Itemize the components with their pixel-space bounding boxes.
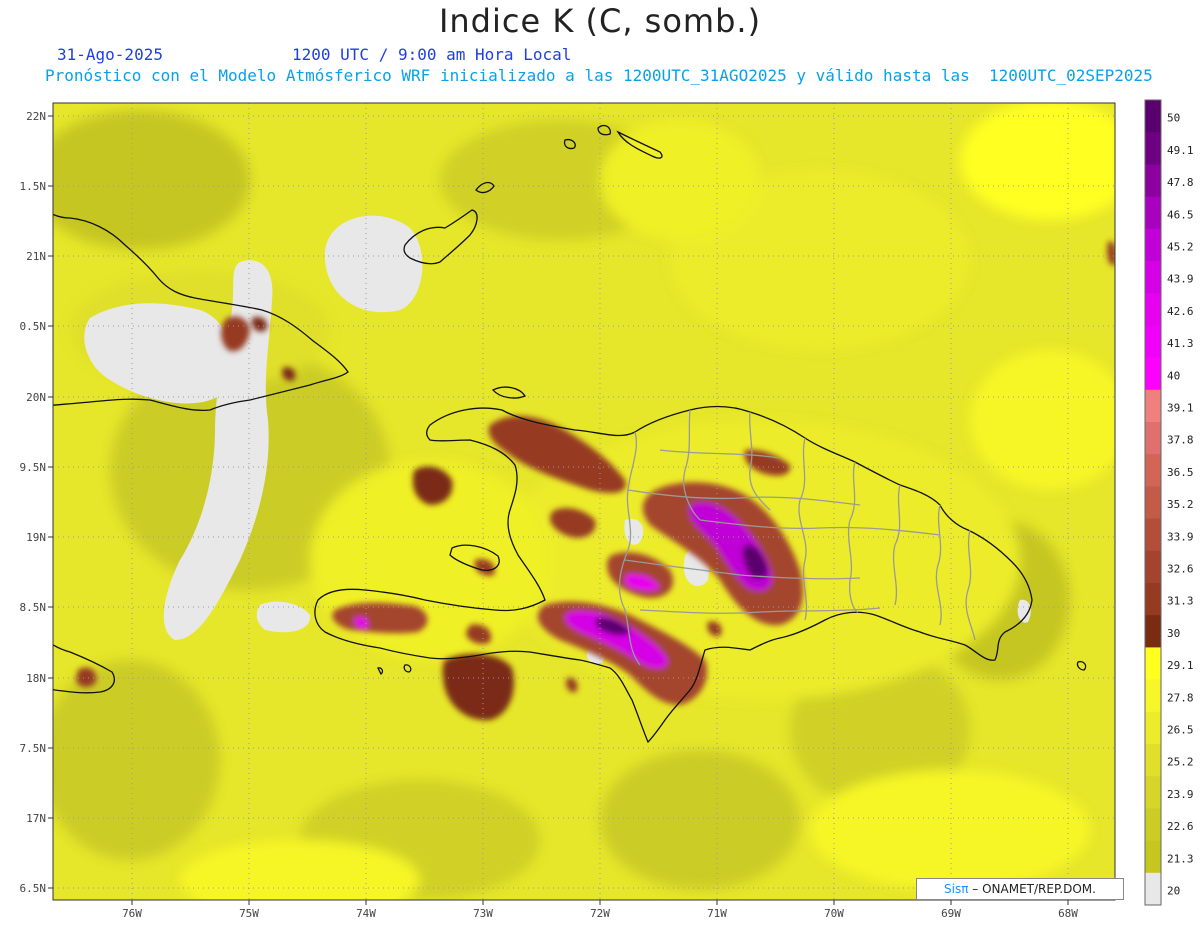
colorbar-swatch [1145,550,1161,584]
colorbar-label: 20 [1167,885,1180,898]
colorbar-swatch [1145,422,1161,455]
lon-label: 68W [1058,907,1078,920]
colorbar-label: 39.1 [1167,402,1194,415]
colorbar-swatch [1145,679,1161,713]
lat-label: 22N [26,110,46,123]
colorbar-label: 23.9 [1167,788,1194,801]
colorbar-label: 42.6 [1167,305,1194,318]
lon-axis: 76W 75W 74W 73W 72W 71W 70W 69W 68W [122,900,1078,920]
colorbar-swatch [1145,454,1161,487]
colorbar-swatch [1145,389,1161,423]
colorbar-label: 31.3 [1167,595,1194,608]
colorbar-label: 27.8 [1167,691,1194,704]
colorbar-label: 21.3 [1167,852,1194,865]
colorbar-label: 35.2 [1167,498,1194,511]
colorbar-swatch [1145,293,1161,326]
lat-label: 20N [26,391,46,404]
colorbar-labels: 50 49.1 47.8 46.5 45.2 43.9 42.6 41.3 40 39.1 37.8… [1167,112,1194,898]
colorbar-swatch [1145,261,1161,294]
colorbar-label: 47.8 [1167,176,1194,189]
sis-logo-text: Sisπ [944,882,969,896]
colorbar-label: 33.9 [1167,530,1194,543]
colorbar-label: 30 [1167,627,1180,640]
lat-axis: 22N 1.5N 21N 0.5N 20N 9.5N 19N 8.5N 18N … [20,110,53,895]
lon-label: 76W [122,907,142,920]
lon-label: 71W [707,907,727,920]
colorbar-label: 36.5 [1167,466,1194,479]
credit-text: – ONAMET/REP.DOM. [972,882,1096,896]
lat-label: 9.5N [20,461,47,474]
colorbar-swatch [1145,100,1161,133]
lat-label: 17N [26,812,46,825]
colorbar-label: 45.2 [1167,241,1194,254]
colorbar-label: 41.3 [1167,337,1194,350]
colorbar-label: 32.6 [1167,563,1194,576]
lat-label: 0.5N [20,320,47,333]
colorbar-swatch [1145,228,1161,262]
colorbar-swatch [1145,486,1161,520]
colorbar-swatch [1145,357,1161,391]
colorbar-label: 43.9 [1167,273,1194,286]
colorbar-swatch [1145,196,1161,230]
colorbar-label: 29.1 [1167,659,1194,672]
colorbar-label: 46.5 [1167,208,1194,221]
colorbar-label: 50 [1167,112,1180,125]
lat-label: 8.5N [20,601,47,614]
colorbar-label: 26.5 [1167,724,1194,737]
lat-label: 19N [26,531,46,544]
colorbar-swatch [1145,583,1161,616]
lon-label: 69W [941,907,961,920]
lat-label: 21N [26,250,46,263]
colorbar-swatch [1145,744,1161,777]
colorbar-swatches [1145,100,1161,906]
colorbar-label: 49.1 [1167,144,1194,157]
colorbar-swatch [1145,325,1161,359]
colorbar-label: 22.6 [1167,820,1194,833]
lon-label: 74W [356,907,376,920]
colorbar-swatch [1145,615,1161,648]
lat-label: 1.5N [20,180,47,193]
colorbar-swatch [1145,164,1161,198]
lon-label: 75W [239,907,259,920]
colorbar-swatch [1145,776,1161,809]
k-index-map: 22N 1.5N 21N 0.5N 20N 9.5N 19N 8.5N 18N … [20,99,1194,920]
colorbar-swatch [1145,808,1161,842]
lon-label: 73W [473,907,493,920]
lat-label: 6.5N [20,882,47,895]
colorbar-swatch [1145,840,1161,874]
colorbar-swatch [1145,711,1161,745]
credit-box: Sisπ – ONAMET/REP.DOM. [916,878,1124,900]
lon-label: 70W [824,907,844,920]
colorbar-swatch [1145,872,1161,906]
colorbar-swatch [1145,132,1161,165]
colorbar-label: 40 [1167,369,1180,382]
lon-label: 72W [590,907,610,920]
lat-label: 18N [26,672,46,685]
colorbar: 50 49.1 47.8 46.5 45.2 43.9 42.6 41.3 40 39.1 37.8… [1144,99,1194,906]
colorbar-swatch [1145,518,1161,552]
colorbar-swatch [1145,647,1161,681]
colorbar-label: 25.2 [1167,756,1194,769]
colorbar-label: 37.8 [1167,434,1194,447]
lat-label: 7.5N [20,742,47,755]
field-layer [53,103,1115,900]
